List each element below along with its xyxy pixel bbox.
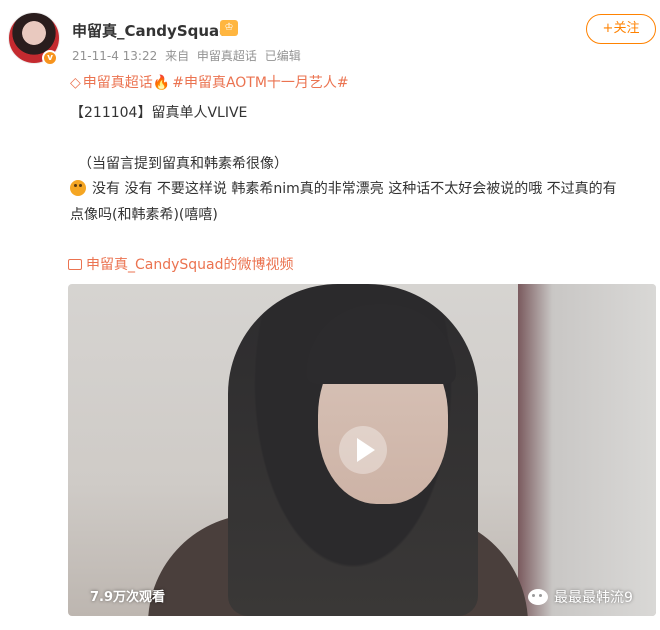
crown-icon: ♔ — [220, 20, 238, 36]
post-text-line-with-emoji: 没有 没有 不要这样说 韩素希nim真的非常漂亮 这种话不太好会被说的哦 不过真… — [70, 178, 617, 198]
watermark: 最最最韩流9 — [528, 587, 633, 607]
video-background — [518, 284, 656, 616]
topic-line: ◇ 申留真超话🔥 #申留真AOTM十一月艺人# — [70, 72, 349, 92]
post-meta: 21-11-4 13:22 来自 申留真超话 已编辑 — [72, 47, 305, 64]
super-topic-link[interactable]: 申留真超话 — [83, 75, 153, 91]
username[interactable]: 申留真_CandySquad — [72, 20, 230, 41]
video-icon — [68, 259, 82, 270]
post-text: 没有 没有 不要这样说 韩素希nim真的非常漂亮 这种话不太好会被说的哦 不过真… — [92, 181, 617, 197]
follow-button[interactable]: +关注 — [586, 14, 656, 44]
verified-badge-icon: v — [42, 50, 58, 66]
post-text-line: 点像吗(和韩素希)(嘻嘻) — [70, 207, 218, 223]
hashtag-link[interactable]: #申留真AOTM十一月艺人# — [172, 75, 348, 91]
torch-icon: 🔥 — [152, 75, 171, 91]
video-player[interactable]: 7.9万次观看 最最最韩流9 — [68, 284, 656, 616]
post-text-line: （当留言提到留真和韩素希很像） — [78, 156, 288, 172]
timestamp[interactable]: 21-11-4 13:22 — [72, 49, 157, 63]
cat-face-icon — [70, 180, 86, 196]
source-prefix: 来自 — [165, 49, 190, 63]
source-link[interactable]: 申留真超话 — [197, 49, 257, 63]
wechat-icon — [528, 589, 548, 605]
video-link-label[interactable]: 申留真_CandySquad的微博视频 — [86, 257, 294, 273]
diamond-icon: ◇ — [70, 75, 81, 91]
video-link[interactable]: 申留真_CandySquad的微博视频 — [68, 254, 294, 274]
edited-label[interactable]: 已编辑 — [265, 49, 301, 63]
post-text-line: 【211104】留真单人VLIVE — [70, 105, 248, 121]
watermark-text: 最最最韩流9 — [554, 590, 633, 606]
view-count: 7.9万次观看 — [90, 590, 166, 605]
play-icon[interactable] — [339, 426, 387, 474]
